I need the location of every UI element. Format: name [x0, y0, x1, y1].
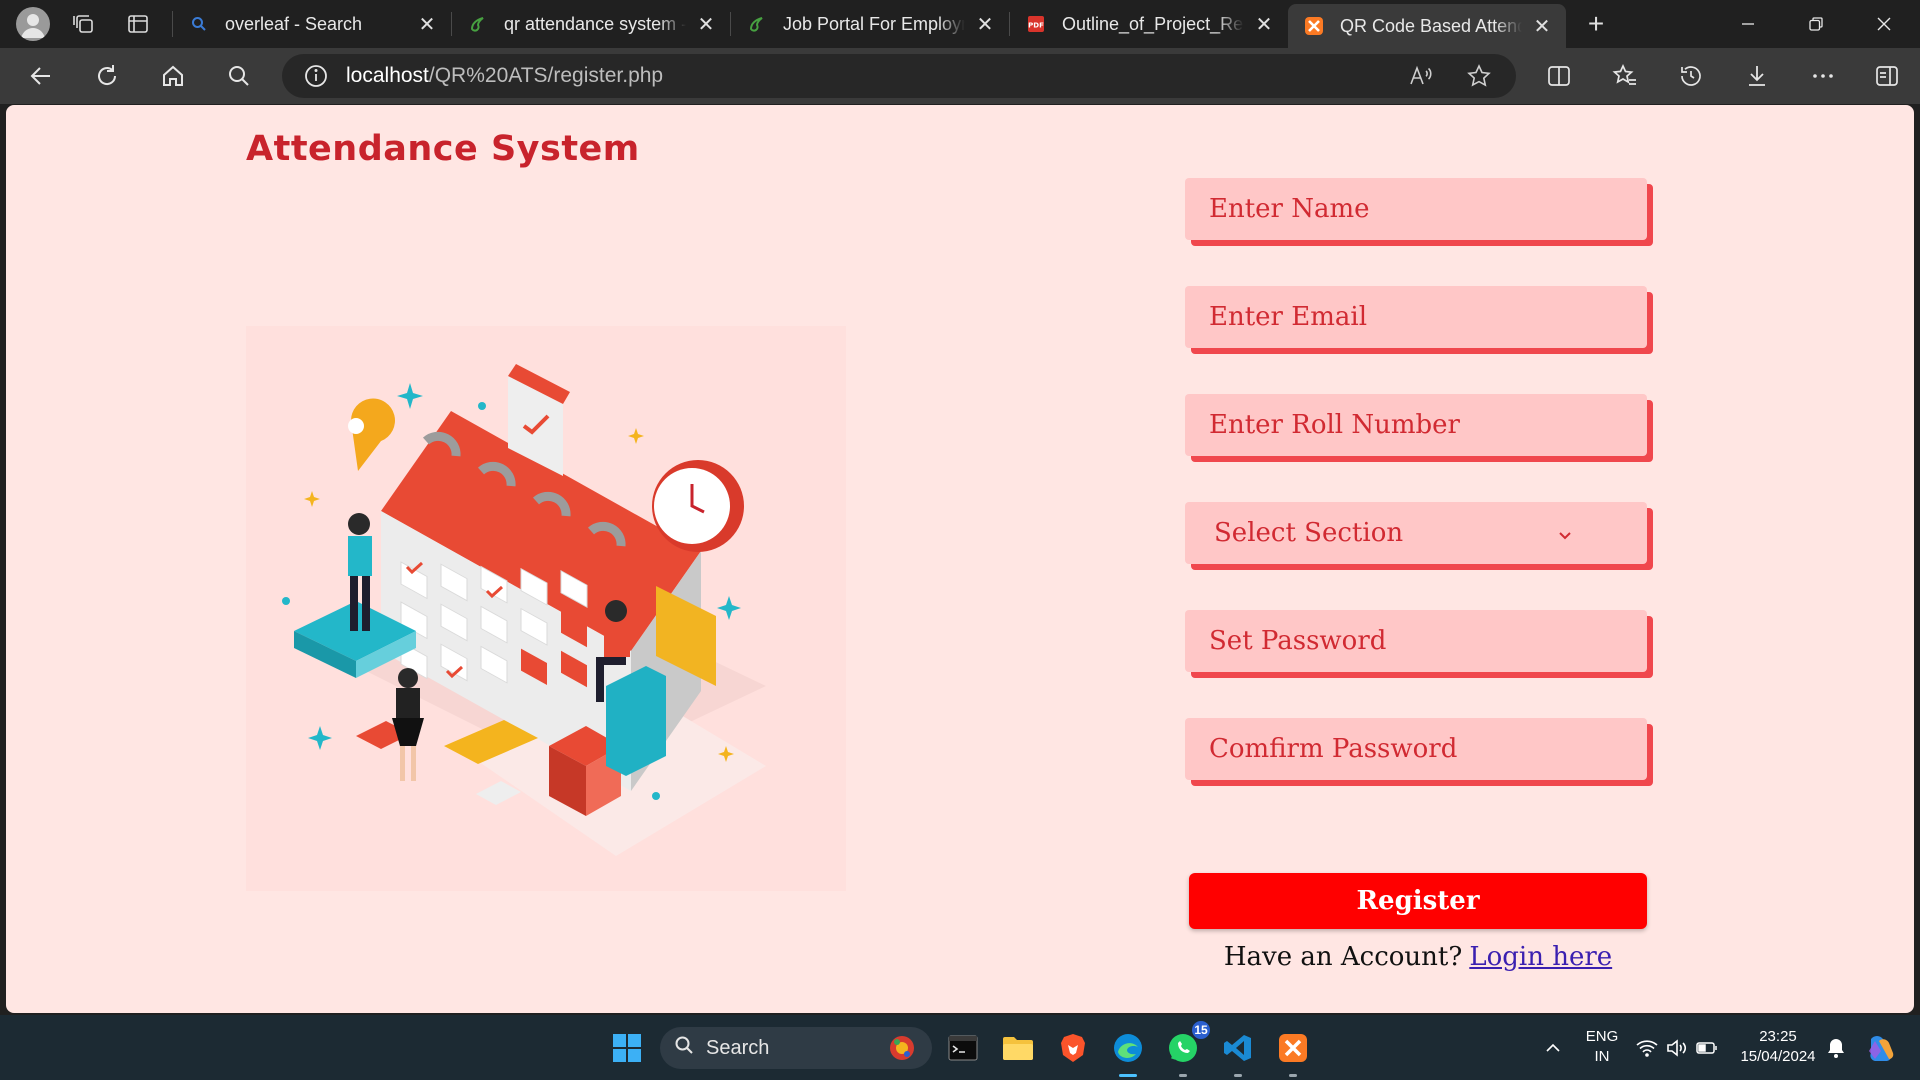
tab-title: Outline_of_Project_Report: [1062, 13, 1244, 34]
search-highlight-icon: [886, 1033, 918, 1069]
taskbar-search[interactable]: Search: [660, 1027, 932, 1069]
history-icon[interactable]: [1668, 53, 1714, 99]
brand-title: Attendance System: [246, 129, 640, 169]
overleaf-icon: [468, 14, 488, 34]
profile-avatar[interactable]: [16, 7, 50, 41]
running-indicator: [1234, 1074, 1242, 1077]
workspaces-icon[interactable]: [64, 4, 104, 44]
browser-toolbar: localhost/QR%20ATS/register.php: [0, 48, 1920, 104]
svg-text:PDF: PDF: [1028, 22, 1044, 30]
have-account-text: Have an Account?: [1223, 942, 1463, 972]
battery-icon[interactable]: [1694, 1025, 1720, 1071]
minimize-icon[interactable]: [1714, 0, 1782, 48]
clock[interactable]: 23:25 15/04/2024: [1730, 1027, 1826, 1067]
chevron-down-icon: [1555, 522, 1575, 542]
section-select-value: Select Section: [1214, 518, 1404, 548]
site-info-icon[interactable]: [302, 62, 330, 90]
browser-tab[interactable]: Job Portal For Employment ✕: [731, 4, 1009, 44]
taskbar: Search 15 ENG IN 23:25 15/04/2024: [0, 1015, 1920, 1080]
browser-tab[interactable]: qr attendance system - Overleaf ✕: [452, 4, 730, 44]
language-code: ENG: [1585, 1028, 1619, 1045]
email-input[interactable]: Enter Email: [1185, 286, 1647, 348]
roll-number-input[interactable]: Enter Roll Number: [1185, 394, 1647, 456]
search-icon[interactable]: [216, 53, 262, 99]
tab-title: qr attendance system - Overleaf: [504, 13, 686, 34]
browser-tab[interactable]: PDF Outline_of_Project_Report ✕: [1010, 4, 1288, 44]
password-input[interactable]: Set Password: [1185, 610, 1647, 672]
brave-browser-icon[interactable]: [1050, 1025, 1096, 1071]
clock-date: 15/04/2024: [1740, 1048, 1816, 1065]
file-explorer-icon[interactable]: [995, 1025, 1041, 1071]
language-region: IN: [1594, 1048, 1610, 1065]
url-host: localhost: [346, 64, 429, 87]
volume-icon[interactable]: [1664, 1025, 1690, 1071]
url-text[interactable]: localhost/QR%20ATS/register.php: [346, 64, 663, 88]
taskbar-search-label: Search: [706, 1036, 770, 1059]
restore-icon[interactable]: [1782, 0, 1850, 48]
calendar-illustration: [246, 326, 846, 891]
refresh-icon[interactable]: [84, 53, 130, 99]
search-icon: [189, 14, 209, 34]
split-screen-icon[interactable]: [1536, 53, 1582, 99]
tab-title: overleaf - Search: [225, 13, 363, 34]
section-select[interactable]: Select Section: [1185, 502, 1647, 564]
confirm-password-input[interactable]: Comfirm Password: [1185, 718, 1647, 780]
show-hidden-icons-icon[interactable]: [1530, 1025, 1576, 1071]
url-path: /QR%20ATS/register.php: [428, 64, 664, 87]
browser-tab-active[interactable]: QR Code Based Attendance ✕: [1288, 4, 1566, 48]
name-input[interactable]: Enter Name: [1185, 178, 1647, 240]
xampp-icon[interactable]: [1270, 1025, 1316, 1077]
close-tab-icon[interactable]: ✕: [1530, 14, 1554, 38]
windows-start-icon[interactable]: [604, 1025, 650, 1071]
tab-title: Job Portal For Employment: [783, 13, 965, 34]
download-icon[interactable]: [1734, 53, 1780, 99]
close-window-icon[interactable]: [1850, 0, 1918, 48]
back-icon[interactable]: [18, 53, 64, 99]
edge-browser-icon[interactable]: [1105, 1025, 1151, 1077]
read-aloud-icon[interactable]: [1398, 53, 1444, 99]
tab-title: QR Code Based Attendance: [1340, 15, 1522, 36]
tab-strip: overleaf - Search ✕ qr attendance system…: [0, 0, 1920, 48]
vscode-icon[interactable]: [1215, 1025, 1261, 1077]
sidebar-icon[interactable]: [1864, 53, 1910, 99]
wifi-icon[interactable]: [1634, 1025, 1660, 1071]
clock-time: 23:25: [1759, 1028, 1797, 1045]
more-icon[interactable]: [1800, 53, 1846, 99]
new-tab-icon[interactable]: +: [1576, 4, 1616, 44]
running-indicator: [1179, 1074, 1187, 1077]
home-icon[interactable]: [150, 53, 196, 99]
notification-badge: 15: [1190, 1019, 1212, 1041]
page: Attendance System Enter Name Enter Email…: [6, 105, 1914, 1013]
register-button[interactable]: Register: [1189, 873, 1647, 929]
xampp-icon: [1304, 16, 1324, 36]
address-bar[interactable]: localhost/QR%20ATS/register.php: [282, 54, 1516, 98]
close-tab-icon[interactable]: ✕: [415, 12, 439, 36]
favorites-icon[interactable]: [1602, 53, 1648, 99]
pdf-icon: PDF: [1026, 14, 1046, 34]
overleaf-icon: [747, 14, 767, 34]
terminal-icon[interactable]: [940, 1025, 986, 1071]
language-indicator[interactable]: ENG IN: [1580, 1027, 1624, 1067]
login-prompt: Have an Account? Login here: [1189, 929, 1647, 985]
browser-tab[interactable]: overleaf - Search ✕: [173, 4, 451, 44]
favorite-star-icon[interactable]: [1456, 53, 1502, 99]
running-indicator: [1119, 1074, 1137, 1077]
whatsapp-icon[interactable]: 15: [1160, 1019, 1212, 1077]
tab-actions-icon[interactable]: [118, 4, 158, 44]
close-tab-icon[interactable]: ✕: [973, 12, 997, 36]
copilot-icon[interactable]: [1858, 1025, 1904, 1071]
running-indicator: [1289, 1074, 1297, 1077]
search-icon: [674, 1035, 694, 1061]
notification-bell-icon[interactable]: [1822, 1025, 1850, 1071]
close-tab-icon[interactable]: ✕: [694, 12, 718, 36]
login-link[interactable]: Login here: [1469, 942, 1612, 972]
close-tab-icon[interactable]: ✕: [1252, 12, 1276, 36]
